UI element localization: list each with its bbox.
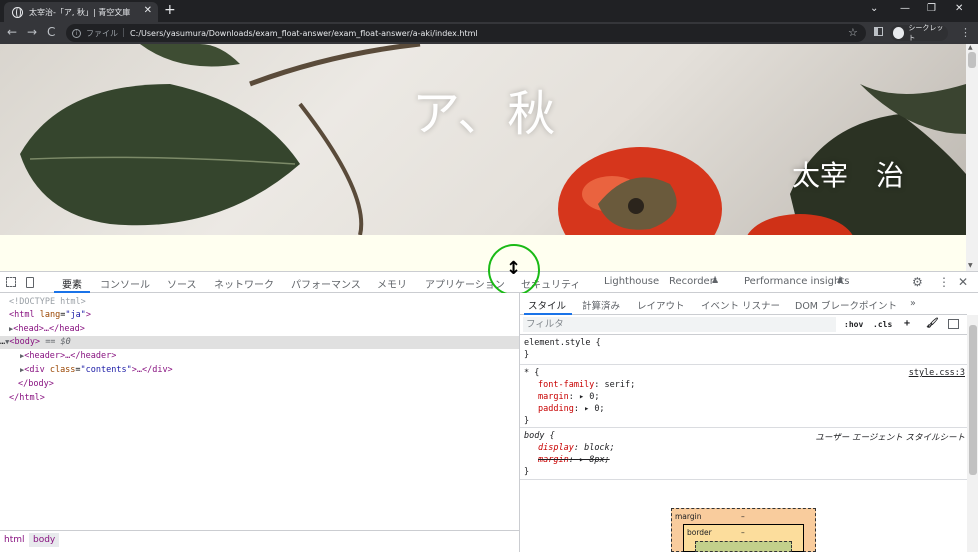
dom-head[interactable]: ▶<head>…</head>: [9, 323, 85, 336]
close-tab-icon[interactable]: ✕: [144, 5, 152, 16]
rule-selector: * {: [524, 368, 540, 378]
flask-icon: ♟: [711, 276, 720, 286]
tab-elements[interactable]: 要素: [62, 276, 82, 291]
box-model-margin-value[interactable]: –: [741, 512, 745, 521]
box-model-padding[interactable]: [695, 541, 792, 552]
tab-dom-breakpoints[interactable]: DOM ブレークポイント: [795, 298, 897, 312]
more-tabs-icon[interactable]: »: [910, 298, 916, 309]
restore-button[interactable]: ❐: [927, 3, 936, 14]
settings-gear-icon[interactable]: ⚙: [912, 275, 923, 289]
breadcrumb-html[interactable]: html: [4, 535, 25, 545]
rule-source-user-agent: ユーザー エージェント スタイルシート: [815, 433, 965, 443]
dom-div-contents[interactable]: ▶<div class="contents">…</div>: [20, 364, 173, 377]
dom-header[interactable]: ▶<header>…</header>: [20, 350, 116, 363]
browser-toolbar: ← → C i ファイル | C:/Users/yasumura/Downloa…: [0, 22, 978, 44]
incognito-profile-button[interactable]: シークレット: [890, 24, 948, 42]
author-name: 太宰 治: [792, 159, 905, 192]
tab-styles[interactable]: スタイル: [528, 298, 566, 312]
class-toggle[interactable]: .cls: [873, 320, 892, 329]
rule-selector: element.style {: [524, 338, 601, 348]
rule-universal[interactable]: * { style.css:3 font-family: serif; marg…: [520, 365, 967, 428]
dom-html-open[interactable]: <html lang="ja">: [9, 309, 91, 322]
hover-state-toggle[interactable]: :hov: [844, 320, 863, 329]
styles-scrollbar-thumb[interactable]: [969, 325, 977, 475]
browser-tab[interactable]: 太宰治-「ア, 秋」| 青空文庫 ✕: [4, 2, 158, 22]
address-scheme-label: ファイル: [86, 28, 118, 38]
url-text[interactable]: C:/Users/yasumura/Downloads/exam_float-a…: [130, 29, 478, 38]
side-panel-icon[interactable]: [874, 27, 883, 36]
flask-icon: ♟: [836, 276, 845, 286]
page-scrollbar-thumb[interactable]: [968, 52, 976, 68]
globe-icon: [12, 6, 23, 18]
resize-cursor-icon[interactable]: ↕: [506, 258, 521, 279]
inspect-element-icon[interactable]: [6, 277, 16, 287]
property-font-family[interactable]: font-family: serif;: [538, 380, 635, 391]
tab-performance[interactable]: パフォーマンス: [291, 276, 361, 291]
toggle-sidebar-icon[interactable]: [948, 319, 959, 329]
filter-row: :hov .cls + 🖌: [520, 315, 967, 335]
tab-console[interactable]: コンソール: [100, 276, 150, 291]
header-image: ア、秋 太宰 治: [0, 44, 966, 235]
tab-performance-insights[interactable]: Performance insights: [744, 276, 849, 287]
device-toolbar-icon[interactable]: [26, 277, 34, 288]
address-bar[interactable]: i ファイル | C:/Users/yasumura/Downloads/exa…: [66, 24, 866, 42]
rule-close-brace: }: [524, 467, 530, 477]
address-separator: |: [122, 28, 126, 38]
rule-body-user-agent[interactable]: body { ユーザー エージェント スタイルシート display: bloc…: [520, 428, 967, 480]
tab-memory[interactable]: メモリ: [377, 276, 407, 291]
back-button[interactable]: ←: [7, 25, 17, 39]
property-margin-overridden[interactable]: margin: ▸ 8px;: [538, 455, 610, 466]
rule-close-brace: }: [524, 350, 530, 360]
forward-button[interactable]: →: [27, 25, 37, 39]
breadcrumb-body[interactable]: body: [29, 533, 60, 547]
incognito-icon: [893, 27, 905, 39]
tab-lighthouse[interactable]: Lighthouse: [604, 276, 659, 287]
property-padding[interactable]: padding: ▸ 0;: [538, 404, 605, 415]
elements-tree: <!DOCTYPE html> <html lang="ja"> ▶<head>…: [0, 293, 519, 530]
incognito-label: シークレット: [908, 24, 944, 42]
close-window-button[interactable]: ✕: [955, 3, 963, 14]
rule-selector: body {: [524, 431, 555, 441]
page-title: ア、秋: [412, 86, 558, 142]
new-rule-button[interactable]: +: [904, 318, 910, 329]
tab-layout[interactable]: レイアウト: [637, 298, 685, 312]
scroll-down-icon[interactable]: ▼: [968, 262, 973, 269]
minimize-button[interactable]: —: [900, 3, 910, 14]
tab-sources[interactable]: ソース: [167, 276, 197, 291]
styles-filter-input[interactable]: [523, 317, 836, 332]
page-scrollbar[interactable]: [966, 44, 978, 271]
dom-body-selected[interactable]: …▼<body> == $0: [0, 336, 519, 349]
reload-button[interactable]: C: [47, 25, 55, 39]
styles-tab-bar: スタイル 計算済み レイアウト イベント リスナー DOM ブレークポイント »: [520, 293, 967, 315]
rule-close-brace: }: [524, 416, 530, 426]
box-model-border-value[interactable]: –: [741, 528, 745, 537]
dom-html-close[interactable]: </html>: [9, 392, 45, 405]
tab-computed[interactable]: 計算済み: [582, 298, 620, 312]
paint-brush-icon[interactable]: 🖌: [926, 318, 939, 329]
tab-title: 太宰治-「ア, 秋」| 青空文庫: [29, 7, 131, 17]
rule-source-link[interactable]: style.css:3: [909, 368, 965, 378]
devtools-menu-icon[interactable]: ⋮: [938, 275, 950, 289]
tab-recorder[interactable]: Recorder: [669, 276, 714, 287]
property-display[interactable]: display: block;: [538, 443, 615, 454]
box-model-border-label: border: [687, 528, 712, 537]
page-viewport: ア、秋 太宰 治: [0, 44, 966, 271]
tab-search-icon[interactable]: ⌄: [870, 3, 878, 14]
info-icon[interactable]: i: [72, 28, 81, 38]
browser-menu-icon[interactable]: ⋮: [960, 26, 971, 39]
styles-sidebar: スタイル 計算済み レイアウト イベント リスナー DOM ブレークポイント »…: [519, 293, 978, 552]
dom-doctype[interactable]: <!DOCTYPE html>: [9, 296, 86, 309]
rule-element-style[interactable]: element.style { }: [520, 335, 967, 365]
new-tab-button[interactable]: +: [164, 3, 176, 17]
tab-event-listeners[interactable]: イベント リスナー: [701, 298, 780, 312]
scroll-up-icon[interactable]: ▲: [968, 44, 973, 51]
dom-body-close[interactable]: </body>: [18, 378, 54, 391]
box-model-margin-label: margin: [675, 512, 702, 521]
tab-network[interactable]: ネットワーク: [214, 276, 274, 291]
breadcrumb: html body: [0, 530, 519, 548]
tab-strip: 太宰治-「ア, 秋」| 青空文庫 ✕ + ⌄ — ❐ ✕: [0, 0, 978, 22]
close-devtools-icon[interactable]: ✕: [958, 275, 968, 289]
bookmark-star-icon[interactable]: ☆: [848, 26, 858, 39]
property-margin[interactable]: margin: ▸ 0;: [538, 392, 599, 403]
